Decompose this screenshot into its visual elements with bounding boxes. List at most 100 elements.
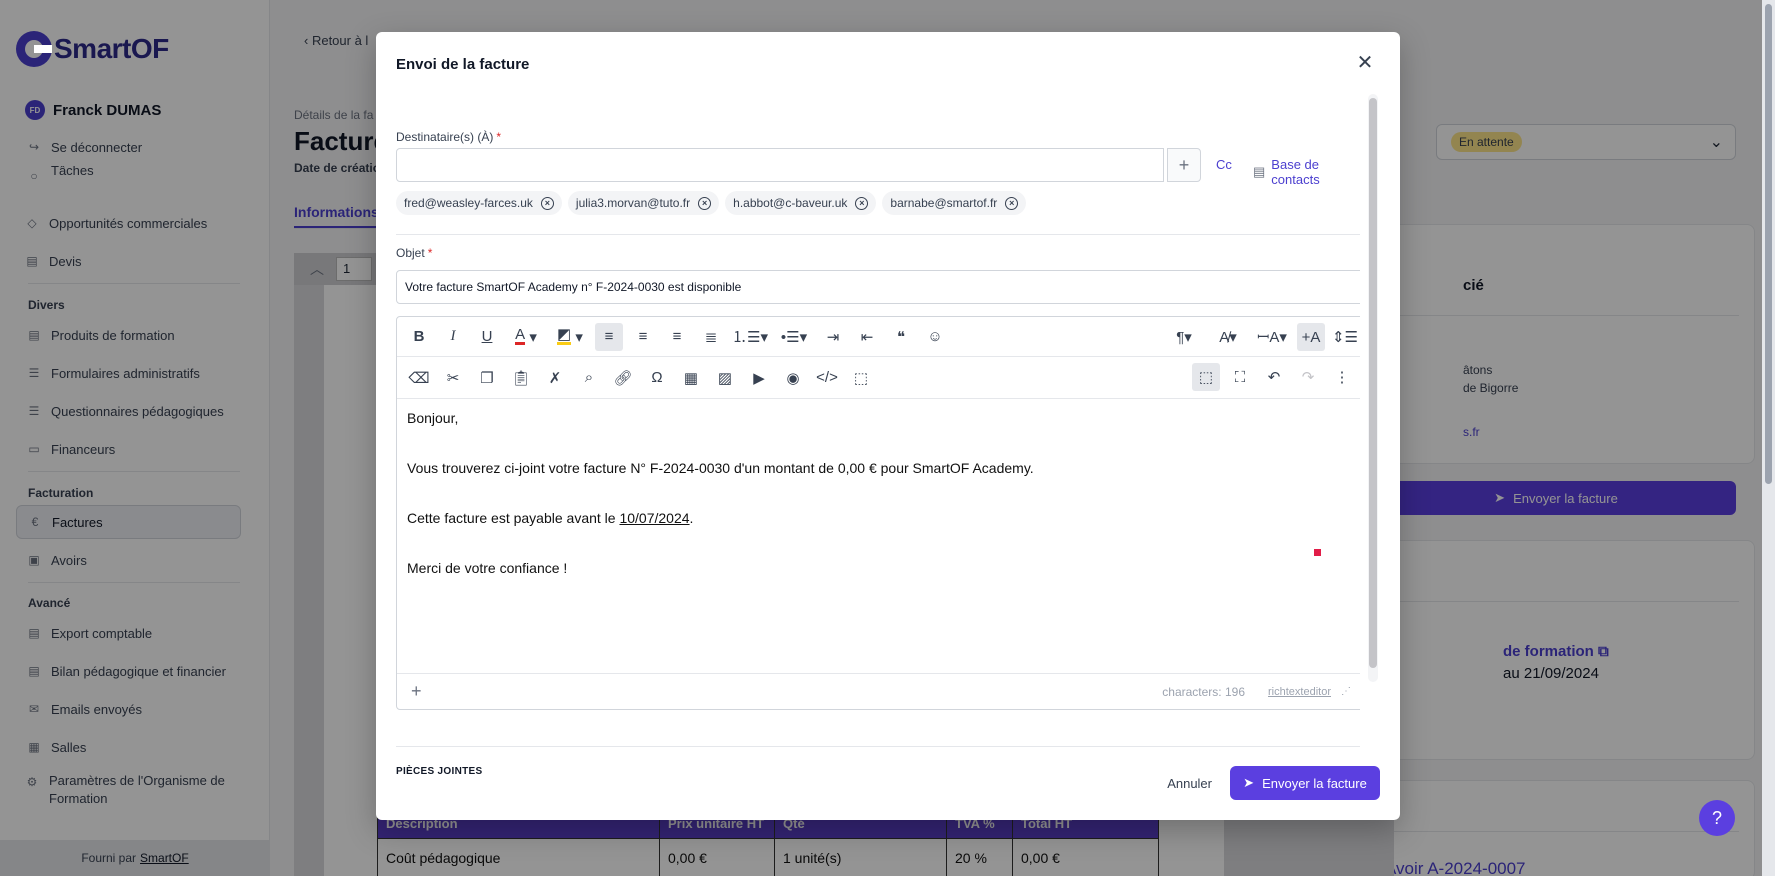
align-center-icon[interactable]: ≡ xyxy=(629,323,657,351)
blockquote-icon[interactable]: ❝ xyxy=(887,323,915,351)
paste-icon[interactable]: 📋︎ xyxy=(507,364,535,392)
highlight-color-icon[interactable]: ◩ ▾ xyxy=(551,323,589,351)
recipient-email: h.abbot@c-baveur.uk xyxy=(733,196,848,210)
body-line-1: Vous trouverez ci-joint votre facture N°… xyxy=(407,460,1034,476)
attachments-title: PIÈCES JOINTES xyxy=(396,766,483,777)
fullscreen-icon[interactable]: ⛶ xyxy=(1226,363,1254,391)
more-icon[interactable]: ⋮ xyxy=(1328,363,1356,391)
font-family-icon[interactable]: ꟷA▾ xyxy=(1253,323,1291,351)
remove-recipient-icon[interactable]: × xyxy=(540,196,554,210)
toolbar-right-group: ⬚ ⛶ ↶ ↷ ⋮ xyxy=(1192,357,1360,397)
scrollbar-thumb[interactable] xyxy=(1369,98,1377,668)
copy-icon[interactable]: ❐ xyxy=(473,364,501,392)
editor-content[interactable]: Bonjour, Vous trouverez ci-joint votre f… xyxy=(407,409,1034,577)
cc-button[interactable]: Cc xyxy=(1216,157,1232,172)
underline-icon[interactable]: U xyxy=(473,323,501,351)
body-line-2: Cette facture est payable avant le 10/07… xyxy=(407,509,1034,527)
send-label: Envoyer la facture xyxy=(1262,775,1367,791)
editor-toolbar-row-1: B I U A ▾ ◩ ▾ ≡ ≡ ≡ ≣ ⒈☰▾ •☰▾ ⇥ ⇤ ❝ ☺ ¶▾… xyxy=(397,317,1360,357)
rich-text-editor: B I U A ▾ ◩ ▾ ≡ ≡ ≡ ≣ ⒈☰▾ •☰▾ ⇥ ⇤ ❝ ☺ ¶▾… xyxy=(396,316,1360,710)
table-icon[interactable]: ▦ xyxy=(677,364,705,392)
bold-icon[interactable]: B xyxy=(405,323,433,351)
scrollbar-thumb[interactable] xyxy=(1765,4,1772,484)
question-icon: ? xyxy=(1711,807,1722,828)
subject-label: Objet * xyxy=(396,246,432,260)
remove-recipient-icon[interactable]: × xyxy=(698,196,712,210)
divider xyxy=(396,234,1360,235)
line-height-icon[interactable]: ⇕☰ xyxy=(1331,323,1359,351)
align-left-icon[interactable]: ≡ xyxy=(595,322,623,351)
code-icon[interactable]: </> xyxy=(813,364,841,392)
due-date: 10/07/2024 xyxy=(619,510,690,526)
to-label: Destinataire(s) (À) * xyxy=(396,130,501,144)
clear-format-icon[interactable]: ✗ xyxy=(541,364,569,392)
recipient-chips: fred@weasley-farces.uk × julia3.morvan@t… xyxy=(396,191,1027,215)
send-icon: ➤ xyxy=(1243,775,1255,790)
special-char-icon[interactable]: Ω xyxy=(643,364,671,392)
eraser-icon[interactable]: ⌫ xyxy=(405,364,433,392)
preview-icon[interactable]: ◉ xyxy=(779,364,807,392)
paragraph-icon[interactable]: ¶▾ xyxy=(1165,323,1203,351)
video-icon[interactable]: ▶ xyxy=(745,364,773,392)
editor-footer: + characters: 196 richtexteditor ⋰ xyxy=(397,673,1360,709)
plus-icon: + xyxy=(1178,154,1190,175)
align-right-icon[interactable]: ≡ xyxy=(663,323,691,351)
indent-icon[interactable]: ⇥ xyxy=(819,323,847,351)
close-icon[interactable]: ✕ xyxy=(1354,52,1376,74)
recipient-chip: julia3.morvan@tuto.fr × xyxy=(567,191,720,215)
recipient-email: julia3.morvan@tuto.fr xyxy=(575,196,691,210)
send-invoice-button[interactable]: ➤ Envoyer la facture xyxy=(1230,766,1380,800)
body-line-2-prefix: Cette facture est payable avant le xyxy=(407,510,620,526)
address-book-icon: ▤ xyxy=(1253,164,1266,179)
page-scrollbar[interactable] xyxy=(1762,0,1775,876)
remove-recipient-icon[interactable]: × xyxy=(1005,196,1019,210)
text-color-icon[interactable]: A ▾ xyxy=(507,323,545,351)
modal-body[interactable]: Destinataire(s) (À) * + Cc ▤ Base de cont… xyxy=(396,94,1360,778)
italic-icon[interactable]: I xyxy=(439,323,467,351)
outdent-icon[interactable]: ⇤ xyxy=(853,323,881,351)
body-greeting: Bonjour, xyxy=(407,410,459,426)
required-mark: * xyxy=(427,246,433,260)
contacts-label: Base de contacts xyxy=(1271,157,1320,187)
character-count: characters: 196 xyxy=(1162,684,1245,699)
body-line-2-suffix: . xyxy=(689,510,694,526)
cut-icon[interactable]: ✂ xyxy=(439,364,467,392)
select-all-icon[interactable]: ⬚ xyxy=(847,364,875,392)
contacts-button[interactable]: ▤ Base de contacts xyxy=(1253,157,1360,187)
to-label-text: Destinataire(s) (À) xyxy=(396,130,494,144)
send-invoice-modal: Envoi de la facture ✕ Destinataire(s) (À… xyxy=(376,32,1400,820)
help-button[interactable]: ? xyxy=(1699,800,1735,836)
redo-icon[interactable]: ↷ xyxy=(1294,363,1322,391)
subject-input[interactable]: Votre facture SmartOF Academy n° F-2024-… xyxy=(396,270,1360,304)
recipient-email: barnabe@smartof.fr xyxy=(890,196,998,210)
recipient-chip: h.abbot@c-baveur.uk × xyxy=(725,191,877,215)
plus-icon[interactable]: + xyxy=(411,681,422,702)
undo-icon[interactable]: ↶ xyxy=(1260,363,1288,391)
resize-handle-icon[interactable]: ⋰ xyxy=(1341,686,1351,697)
add-recipient-button[interactable]: + xyxy=(1167,148,1201,182)
cancel-button[interactable]: Annuler xyxy=(1167,766,1212,800)
ordered-list-icon[interactable]: ⒈☰▾ xyxy=(731,323,769,351)
required-mark: * xyxy=(496,130,502,144)
divider xyxy=(396,746,1360,747)
recipient-input[interactable] xyxy=(396,148,1164,182)
unordered-list-icon[interactable]: •☰▾ xyxy=(775,323,813,351)
image-icon[interactable]: ▨ xyxy=(711,364,739,392)
format-text-icon[interactable]: +A xyxy=(1297,323,1325,351)
remove-recipient-icon[interactable]: × xyxy=(855,196,869,210)
align-justify-icon[interactable]: ≣ xyxy=(697,323,725,351)
recipient-email: fred@weasley-farces.uk xyxy=(404,196,533,210)
toolbar-right-group: ¶▾ A̸▾ ꟷA▾ +A ⇕☰ xyxy=(1165,317,1360,357)
font-size-icon[interactable]: A̸▾ xyxy=(1209,323,1247,351)
cursor-marker xyxy=(1314,549,1321,556)
show-blocks-icon[interactable]: ⬚ xyxy=(1192,363,1220,391)
find-icon[interactable]: ⌕ xyxy=(575,364,603,392)
editor-brand-link[interactable]: richtexteditor xyxy=(1268,686,1331,698)
emoji-icon[interactable]: ☺ xyxy=(921,323,949,351)
recipient-chip: barnabe@smartof.fr × xyxy=(882,191,1027,215)
editor-toolbar-row-2: ⌫ ✂ ❐ 📋︎ ✗ ⌕ 🔗︎ Ω ▦ ▨ ▶ ◉ </> ⬚ ⬚ ⛶ ↶ ↷ xyxy=(397,357,1360,399)
body-closing: Merci de votre confiance ! xyxy=(407,560,568,576)
modal-scrollbar[interactable] xyxy=(1368,94,1378,682)
modal-title: Envoi de la facture xyxy=(396,56,530,73)
link-icon[interactable]: 🔗︎ xyxy=(609,364,637,392)
